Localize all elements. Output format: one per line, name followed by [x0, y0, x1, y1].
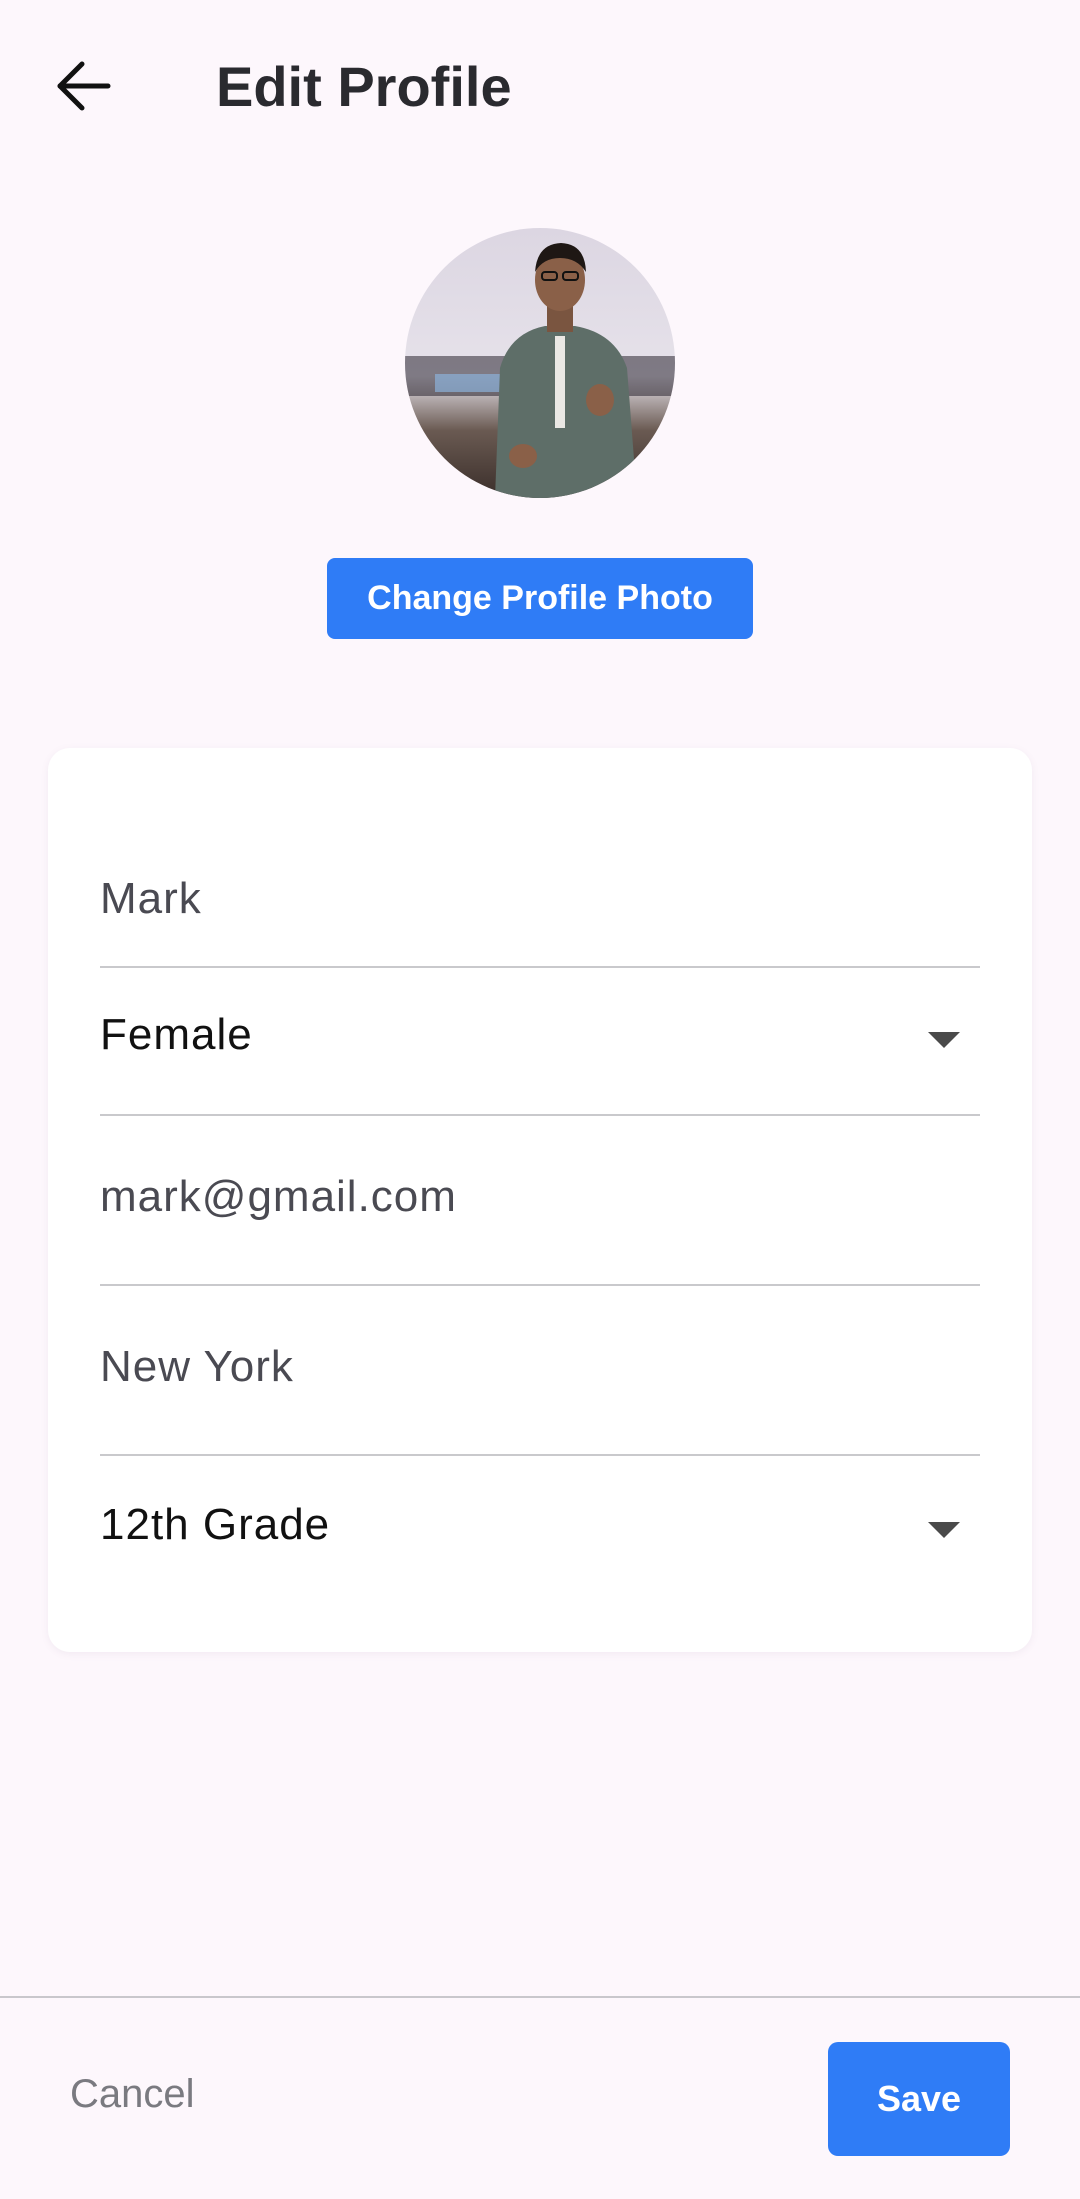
email-field-value: mark@gmail.com [100, 1172, 457, 1221]
email-field[interactable]: mark@gmail.com [100, 1116, 980, 1286]
name-field[interactable]: Mark [100, 768, 980, 968]
grade-select-value: 12th Grade [100, 1500, 331, 1549]
profile-avatar[interactable] [405, 228, 675, 498]
name-field-value: Mark [100, 874, 202, 923]
change-profile-photo-button[interactable]: Change Profile Photo [327, 558, 753, 639]
page-title: Edit Profile [216, 55, 512, 118]
app-bar: Edit Profile [0, 0, 1080, 170]
save-button[interactable]: Save [828, 2042, 1010, 2156]
chevron-down-icon [928, 1522, 960, 1538]
gender-select-value: Female [100, 1010, 253, 1059]
arrow-left-icon[interactable] [54, 58, 114, 114]
chevron-down-icon [928, 1032, 960, 1048]
city-field[interactable]: New York [100, 1286, 980, 1456]
profile-photo [405, 228, 675, 498]
profile-form-card: Mark Female mark@gmail.com New York 12th… [48, 748, 1032, 1652]
grade-select[interactable]: 12th Grade [100, 1456, 980, 1602]
city-field-value: New York [100, 1342, 294, 1391]
footer-divider [0, 1996, 1080, 1998]
gender-select[interactable]: Female [100, 968, 980, 1116]
cancel-button[interactable]: Cancel [70, 2072, 195, 2117]
